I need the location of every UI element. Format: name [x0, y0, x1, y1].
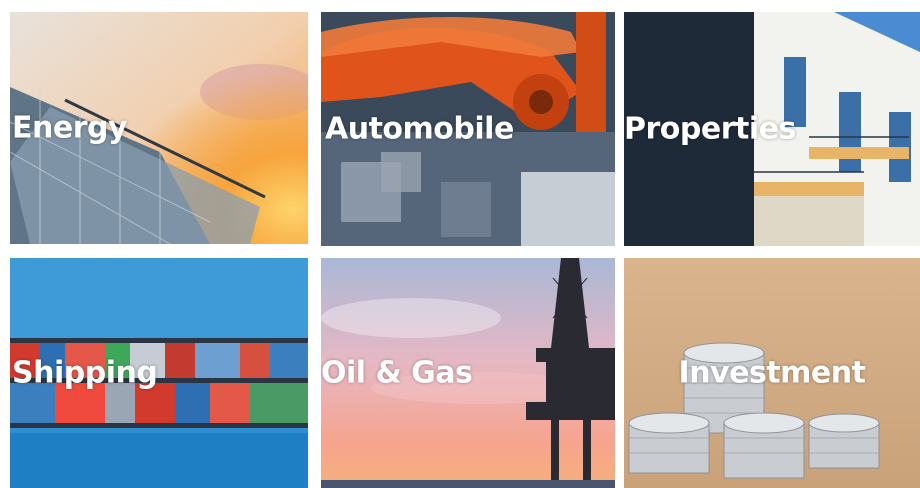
tile-properties[interactable]: Properties: [624, 12, 920, 246]
tile-automobile[interactable]: Automobile: [321, 12, 615, 246]
tile-oil-gas[interactable]: Oil & Gas: [321, 258, 615, 488]
tile-energy[interactable]: Energy: [10, 12, 308, 244]
tile-investment[interactable]: Investment: [624, 258, 920, 488]
tile-label-automobile: Automobile: [325, 111, 514, 147]
tile-shipping[interactable]: Shipping: [10, 258, 308, 488]
tile-label-energy: Energy: [12, 110, 128, 146]
tile-label-oil-gas: Oil & Gas: [321, 355, 473, 391]
tile-label-investment: Investment: [678, 355, 866, 391]
industry-tile-grid: Energy Automobile Properties Shipping Oi…: [0, 0, 920, 488]
tile-label-properties: Properties: [624, 111, 796, 147]
tile-label-shipping: Shipping: [12, 355, 158, 391]
